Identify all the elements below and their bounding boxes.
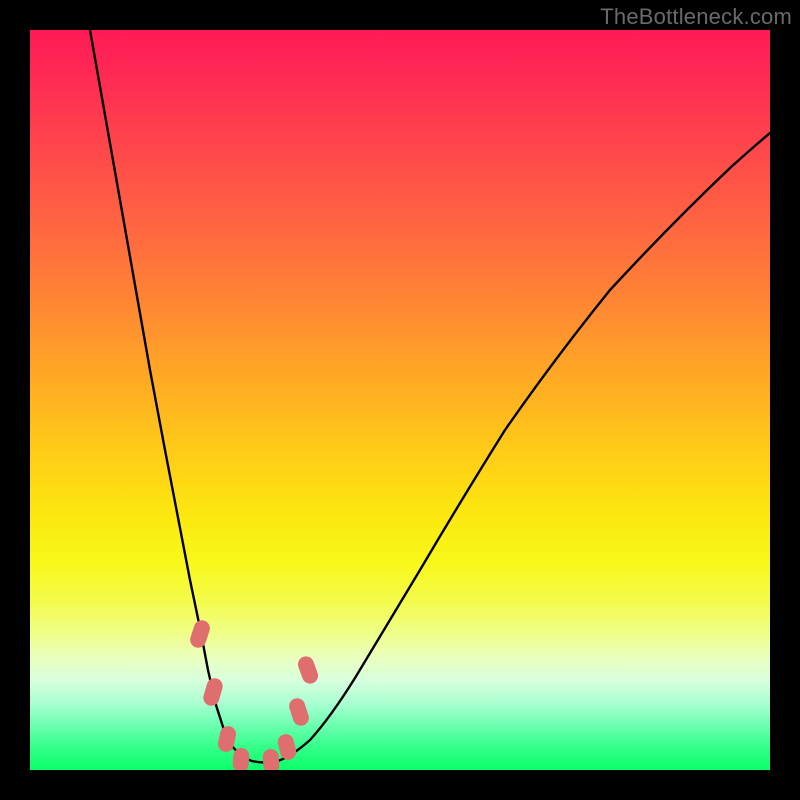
marker (188, 618, 212, 650)
watermark-text: TheBottleneck.com (600, 4, 792, 30)
bottleneck-curve (90, 30, 770, 763)
marker (276, 732, 298, 761)
plot-area (30, 30, 770, 770)
curve-svg (30, 30, 770, 770)
marker (201, 676, 224, 707)
chart-frame: TheBottleneck.com (0, 0, 800, 800)
marker (296, 654, 321, 686)
marker (262, 748, 280, 770)
marker (287, 696, 311, 728)
